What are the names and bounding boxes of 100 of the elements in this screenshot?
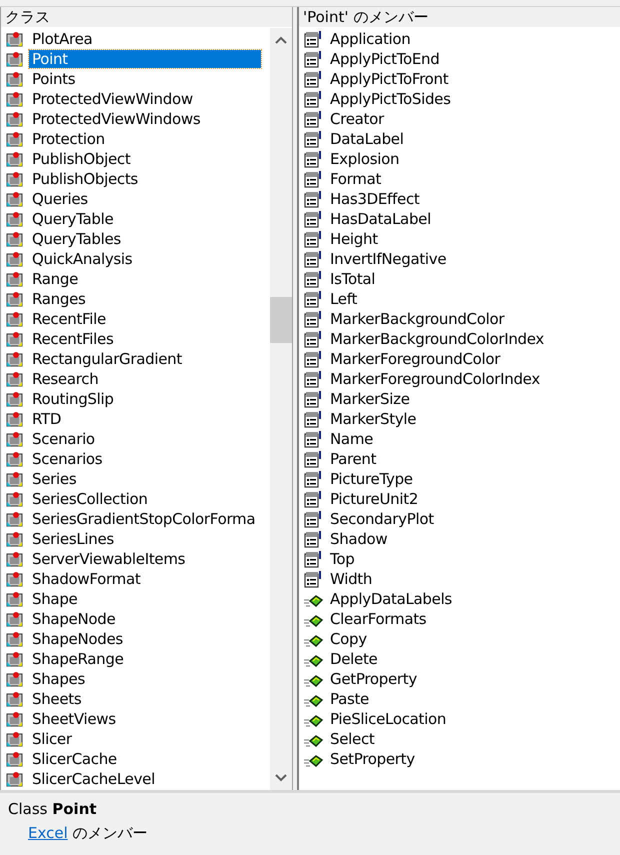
property-icon <box>303 470 323 488</box>
class-list-item[interactable]: SheetViews <box>29 710 119 728</box>
member-list-item[interactable]: ApplyPictToSides <box>327 90 454 108</box>
property-icon <box>303 70 323 88</box>
member-list-item[interactable]: SetProperty <box>327 750 418 768</box>
class-icon <box>5 690 25 708</box>
class-list-item[interactable]: QueryTable <box>29 210 116 228</box>
member-list-item[interactable]: ApplyPictToFront <box>327 70 452 88</box>
property-icon <box>303 190 323 208</box>
class-list-item[interactable]: QueryTables <box>29 230 124 248</box>
member-list-item[interactable]: HasDataLabel <box>327 210 434 228</box>
member-list-item[interactable]: Paste <box>327 690 372 708</box>
member-list-item[interactable]: Name <box>327 430 376 448</box>
member-list-item[interactable]: MarkerSize <box>327 390 413 408</box>
class-icon <box>5 130 25 148</box>
member-list-item[interactable]: Delete <box>327 650 380 668</box>
class-list-item[interactable]: Scenarios <box>29 450 106 468</box>
property-icon <box>303 510 323 528</box>
member-list-item[interactable]: Creator <box>327 110 387 128</box>
member-list-item[interactable]: Parent <box>327 450 380 468</box>
class-list-item[interactable]: ServerViewableItems <box>29 550 188 568</box>
class-list-item[interactable]: Scenario <box>29 430 98 448</box>
class-list-item[interactable]: ShapeNodes <box>29 630 126 648</box>
class-list-item[interactable]: SeriesGradientStopColorForma <box>29 510 258 528</box>
member-list-item[interactable]: Explosion <box>327 150 402 168</box>
member-list-item[interactable]: InvertIfNegative <box>327 250 450 268</box>
class-list-item[interactable]: SeriesLines <box>29 530 117 548</box>
class-list-item[interactable]: Slicer <box>29 730 75 748</box>
member-list-item[interactable]: MarkerBackgroundColorIndex <box>327 330 547 348</box>
class-list-item[interactable]: Range <box>29 270 82 288</box>
class-list-item[interactable]: Points <box>29 70 78 88</box>
member-list-item[interactable]: MarkerForegroundColorIndex <box>327 370 543 388</box>
class-list-item[interactable]: Series <box>29 470 80 488</box>
member-list-item[interactable]: ApplyPictToEnd <box>327 50 442 68</box>
class-list-item[interactable]: Protection <box>29 130 108 148</box>
class-icon <box>5 570 25 588</box>
class-list-item[interactable]: Ranges <box>29 290 89 308</box>
property-icon <box>303 50 323 68</box>
member-list-item[interactable]: Format <box>327 170 384 188</box>
property-icon <box>303 550 323 568</box>
class-list-item[interactable]: ShadowFormat <box>29 570 144 588</box>
class-list-item[interactable]: ShapeNode <box>29 610 118 628</box>
member-list-item[interactable]: MarkerStyle <box>327 410 420 428</box>
class-list-item[interactable]: ShapeRange <box>29 650 127 668</box>
member-list-item[interactable]: SecondaryPlot <box>327 510 437 528</box>
property-icon <box>303 150 323 168</box>
class-list-item[interactable]: SlicerCacheLevel <box>29 770 158 788</box>
class-list-item[interactable]: RecentFiles <box>29 330 116 348</box>
class-icon <box>5 50 25 68</box>
class-list-item[interactable]: RoutingSlip <box>29 390 117 408</box>
class-list-item[interactable]: Shape <box>29 590 80 608</box>
property-icon <box>303 290 323 308</box>
property-icon <box>303 90 323 108</box>
class-list-item[interactable]: ProtectedViewWindow <box>29 90 196 108</box>
member-list-item[interactable]: ApplyDataLabels <box>327 590 455 608</box>
class-list-item[interactable]: Sheets <box>29 690 84 708</box>
class-list-item[interactable]: Research <box>29 370 102 388</box>
class-list-item[interactable]: RectangularGradient <box>29 350 185 368</box>
class-list-item[interactable]: Shapes <box>29 670 88 688</box>
class-list-item[interactable]: SeriesCollection <box>29 490 151 508</box>
member-list-item[interactable]: Select <box>327 730 378 748</box>
scrollbar-thumb[interactable] <box>270 297 292 343</box>
member-list-item[interactable]: PieSliceLocation <box>327 710 450 728</box>
property-icon <box>303 410 323 428</box>
class-icon <box>5 150 25 168</box>
member-list-item[interactable]: ClearFormats <box>327 610 430 628</box>
member-list-item[interactable]: MarkerBackgroundColor <box>327 310 508 328</box>
member-list-item[interactable]: Has3DEffect <box>327 190 422 208</box>
class-icon <box>5 90 25 108</box>
library-link[interactable]: Excel <box>28 824 68 842</box>
member-list-item[interactable]: DataLabel <box>327 130 407 148</box>
column-header: クラス <box>1 7 292 28</box>
class-list-item[interactable]: RecentFile <box>29 310 109 328</box>
class-list-item[interactable]: ProtectedViewWindows <box>29 110 204 128</box>
class-icon <box>5 490 25 508</box>
class-icon <box>5 670 25 688</box>
class-list-item[interactable]: RTD <box>29 410 64 428</box>
class-icon <box>5 770 25 788</box>
member-list-item[interactable]: Width <box>327 570 376 588</box>
class-list-item[interactable]: Point <box>29 50 261 68</box>
member-list-item[interactable]: MarkerForegroundColor <box>327 350 504 368</box>
member-list-item[interactable]: PictureUnit2 <box>327 490 422 508</box>
member-list-item[interactable]: Top <box>327 550 358 568</box>
member-list-item[interactable]: Application <box>327 30 414 48</box>
class-list-item[interactable]: QuickAnalysis <box>29 250 136 268</box>
member-list-item[interactable]: IsTotal <box>327 270 378 288</box>
class-list-item[interactable]: PublishObject <box>29 150 134 168</box>
class-list-item[interactable]: PlotArea <box>29 30 96 48</box>
member-list-item[interactable]: Height <box>327 230 381 248</box>
scrollbar[interactable] <box>270 28 292 790</box>
class-list-item[interactable]: SlicerCache <box>29 750 120 768</box>
member-list-item[interactable]: GetProperty <box>327 670 420 688</box>
property-icon <box>303 430 323 448</box>
member-list-item[interactable]: Left <box>327 290 360 308</box>
member-list-item[interactable]: PictureType <box>327 470 416 488</box>
class-icon <box>5 530 25 548</box>
class-list-item[interactable]: Queries <box>29 190 91 208</box>
class-list-item[interactable]: PublishObjects <box>29 170 141 188</box>
member-list-item[interactable]: Shadow <box>327 530 390 548</box>
member-list-item[interactable]: Copy <box>327 630 370 648</box>
